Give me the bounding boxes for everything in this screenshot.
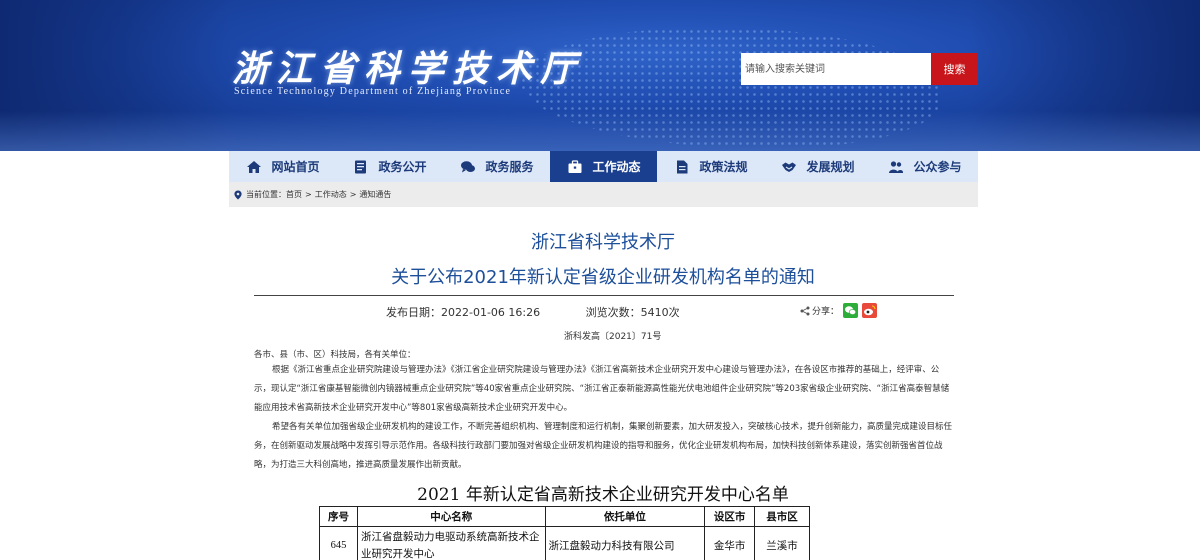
nav-item-label: 政务服务 — [485, 160, 534, 174]
breadcrumb: 当前位置： 首页 > 工作动态 > 通知通告 — [229, 182, 978, 207]
paragraph-1: 根据《浙江省重点企业研究院建设与管理办法》《浙江省企业研究院建设与管理办法》《浙… — [254, 365, 950, 413]
location-pin-icon — [234, 190, 242, 199]
breadcrumb-home[interactable]: 首页 — [286, 189, 302, 200]
handshake-icon — [780, 159, 798, 175]
article-org-title: 浙江省科学技术厅 — [531, 232, 675, 253]
cell-unit: 浙江盘毅动力科技有限公司 — [544, 526, 706, 560]
chat-icon — [459, 159, 477, 175]
nav-item-participation[interactable]: 公众参与 — [871, 151, 978, 182]
nav-item-services[interactable]: 政务服务 — [443, 151, 550, 182]
nav-item-label: 政策法规 — [699, 160, 748, 174]
article-title: 关于公布2021年新认定省级企业研发机构名单的通知 — [391, 267, 815, 288]
table-row: 645 浙江省盘毅动力电驱动系统高新技术企业研究开发中心 浙江盘毅动力科技有限公… — [319, 526, 810, 560]
title-divider — [254, 295, 954, 296]
breadcrumb-prefix: 当前位置： — [246, 190, 286, 199]
weibo-icon[interactable] — [862, 303, 878, 318]
nav-item-label: 公众参与 — [913, 160, 962, 174]
breadcrumb-separator: > — [305, 190, 312, 199]
column-header-unit: 依托单位 — [544, 506, 706, 527]
column-header-no: 序号 — [319, 506, 358, 527]
wechat-icon[interactable] — [843, 303, 859, 318]
briefcase-icon — [566, 159, 584, 175]
views-label: 浏览次数： — [585, 306, 641, 319]
share-bar: 分享： — [800, 303, 878, 318]
site-banner: 浙江省科学技术厅 Science Technology Department o… — [0, 0, 1200, 151]
column-header-center-name: 中心名称 — [356, 506, 546, 527]
file-icon — [673, 159, 691, 175]
nav-item-label: 发展规划 — [806, 160, 855, 174]
views-count: 5410次 — [640, 306, 680, 319]
cell-no: 645 — [319, 526, 358, 560]
search-button[interactable]: 搜索 — [931, 53, 978, 85]
table-header-row: 序号 中心名称 依托单位 设区市 县市区 — [319, 506, 810, 527]
breadcrumb-work-news[interactable]: 工作动态 — [315, 189, 347, 200]
people-icon — [887, 159, 905, 175]
breadcrumb-notices[interactable]: 通知通告 — [359, 189, 391, 200]
nav-item-home[interactable]: 网站首页 — [229, 151, 336, 182]
main-nav: 网站首页 政务公开 政务服务 工作动态 政策法规 发展规划 公众参与 — [229, 151, 978, 182]
publish-date: 2022-01-06 16:26 — [441, 306, 541, 319]
share-icon — [800, 306, 810, 315]
site-logo-english: Science Technology Department of Zhejian… — [234, 86, 512, 97]
site-logo-chinese[interactable]: 浙江省科学技术厅 — [232, 40, 584, 92]
column-header-county: 县市区 — [754, 506, 810, 527]
document-icon — [352, 159, 370, 175]
nav-item-open-government[interactable]: 政务公开 — [336, 151, 443, 182]
list-title: 2021 年新认定省高新技术企业研究开发中心名单 — [417, 485, 789, 505]
document-number: 浙科发高〔2021〕71号 — [564, 332, 662, 342]
column-header-city: 设区市 — [704, 506, 756, 527]
banner-glow — [0, 111, 1200, 151]
cell-city: 金华市 — [704, 526, 756, 560]
article-meta: 发布日期：2022-01-06 16:26 浏览次数：5410次 — [386, 304, 680, 320]
paragraph-2: 希望各有关单位加强省级企业研发机构的建设工作，不断完善组织机构、管理制度和运行机… — [254, 422, 953, 470]
nav-item-label: 政务公开 — [378, 160, 427, 174]
publish-date-label: 发布日期： — [386, 306, 441, 319]
nav-item-planning[interactable]: 发展规划 — [764, 151, 871, 182]
nav-item-label: 工作动态 — [592, 160, 641, 174]
nav-item-policies[interactable]: 政策法规 — [657, 151, 764, 182]
nav-item-work-news[interactable]: 工作动态 — [550, 151, 657, 182]
rd-center-table: 序号 中心名称 依托单位 设区市 县市区 645 浙江省盘毅动力电驱动系统高新技… — [319, 506, 810, 560]
search-input[interactable] — [741, 53, 931, 85]
home-icon — [245, 159, 263, 175]
cell-center-name: 浙江省盘毅动力电驱动系统高新技术企业研究开发中心 — [356, 526, 546, 560]
nav-item-label: 网站首页 — [271, 160, 320, 174]
breadcrumb-separator: > — [349, 190, 357, 199]
cell-county: 兰溪市 — [754, 526, 810, 560]
share-label: 分享： — [812, 307, 840, 317]
